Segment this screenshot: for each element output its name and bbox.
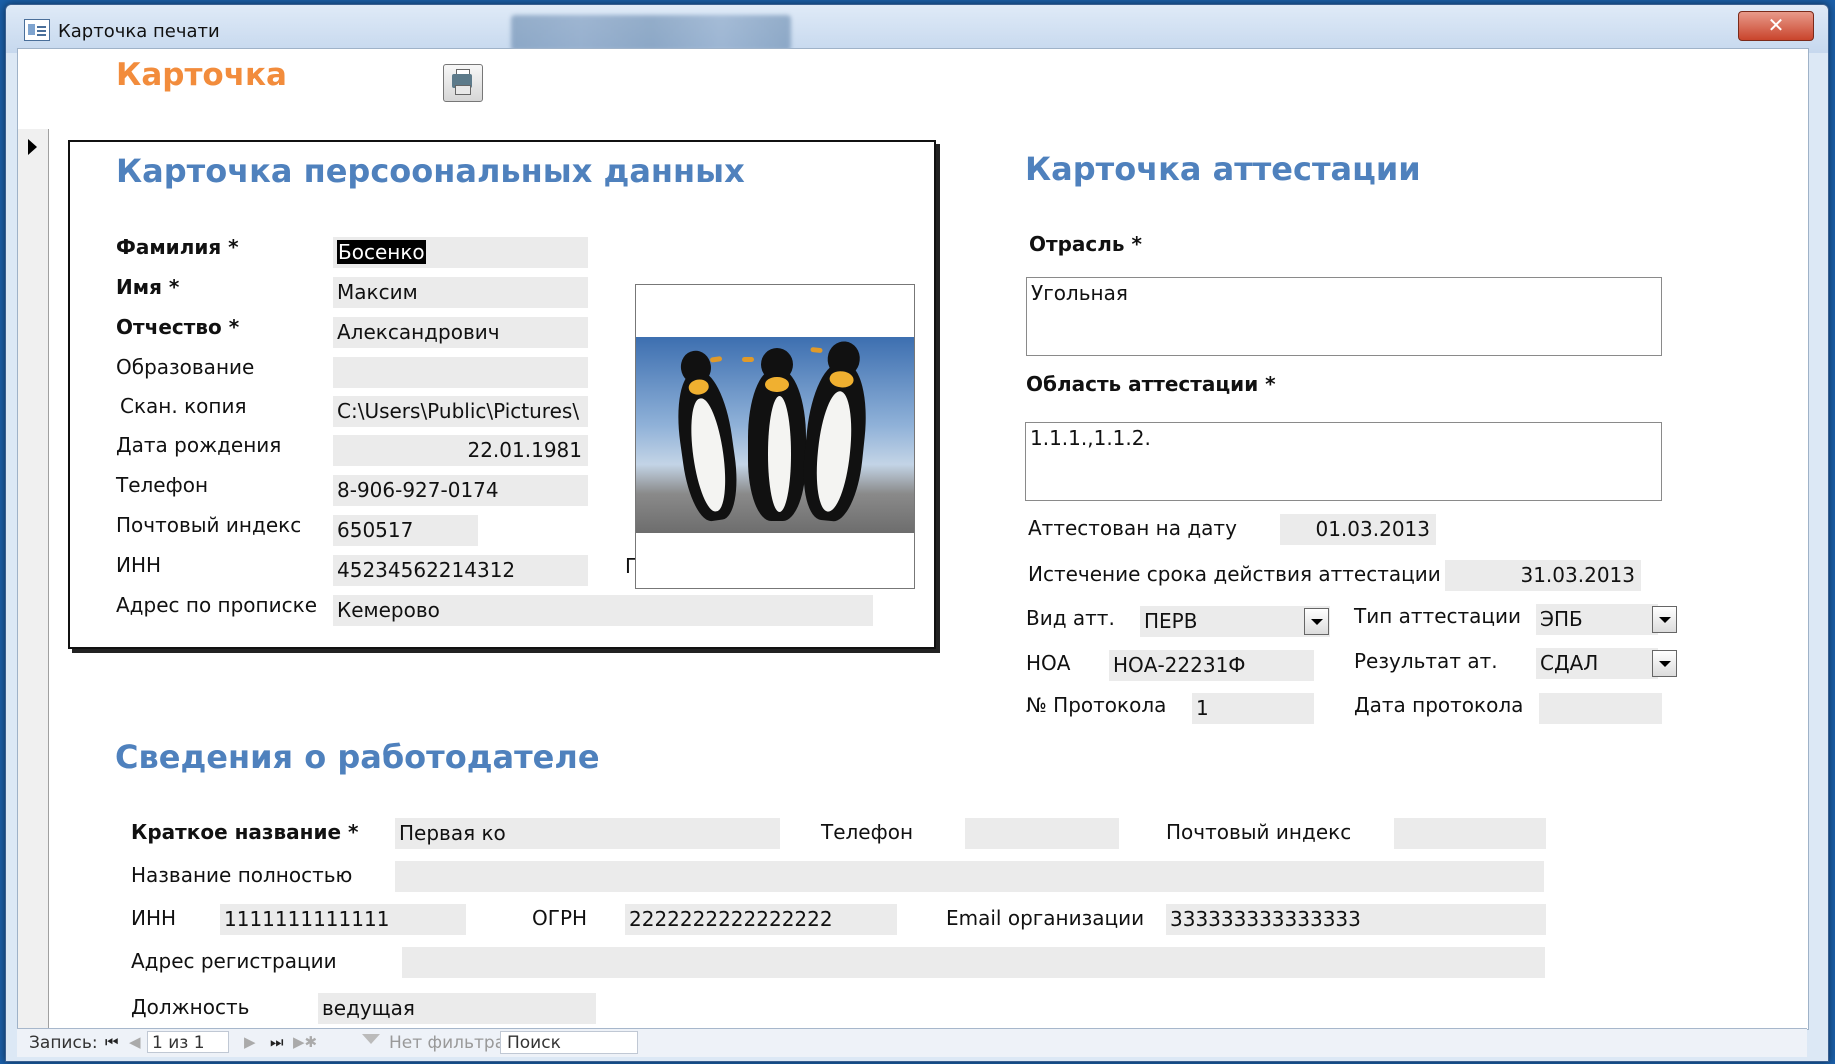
attestation-date-field[interactable]: 01.03.2013 [1280,514,1436,545]
personal-section-title: Карточка персоональных данных [116,152,745,190]
birth-date-field[interactable]: 22.01.1981 [333,435,588,466]
position-field[interactable]: ведущая [318,993,596,1024]
search-input[interactable]: Поиск [500,1031,638,1054]
protocol-number-label: № Протокола [1026,693,1167,717]
record-label: Запись: [29,1033,98,1053]
phone-field[interactable]: 8-906-927-0174 [333,475,588,506]
window-title: Карточка печати [58,21,220,42]
attestation-kind-dropdown-button[interactable] [1304,608,1329,635]
education-label: Образование [116,355,255,379]
first-record-icon[interactable]: ⏮ [105,1033,119,1051]
form-body: Карточка Карточка персоональных данных Ф… [17,48,1809,1030]
noa-label: НОА [1026,651,1071,675]
title-bar: Карточка печати ✕ [6,5,1828,53]
prev-record-icon[interactable]: ◀ [129,1033,141,1051]
filter-status[interactable]: Нет фильтра [389,1033,505,1053]
new-record-icon[interactable]: ▶✱ [293,1033,317,1051]
form-icon [24,19,50,41]
inn-label: ИНН [116,553,162,577]
full-name-label: Название полностью [131,863,353,887]
expiry-field[interactable]: 31.03.2013 [1445,560,1641,591]
birth-date-label: Дата рождения [116,433,282,457]
scan-label: Скан. копия [120,394,247,418]
last-record-icon[interactable]: ⏭ [270,1033,284,1051]
penguins-photo [636,337,914,533]
industry-field[interactable]: Угольная [1026,277,1662,356]
short-name-field[interactable]: Первая ко [395,818,780,849]
next-record-icon[interactable]: ▶ [244,1033,256,1051]
record-pointer-icon [28,139,37,155]
attestation-type-combo[interactable]: ЭПБ [1536,604,1658,635]
form-header-title: Карточка [116,57,287,93]
postal-code-field[interactable]: 650517 [333,515,478,546]
reg-address-label: Адрес регистрации [131,949,337,973]
ogrn-field[interactable]: 2222222222222222 [625,904,897,935]
attestation-section-title: Карточка аттестации [1025,150,1421,188]
short-name-label: Краткое название * [131,820,359,844]
scan-path-field[interactable]: C:\Users\Public\Pictures\ [333,396,588,427]
noa-field[interactable]: НОА-22231Ф [1109,650,1314,681]
postal-code-label: Почтовый индекс [116,513,302,537]
email-field[interactable]: 333333333333333 [1166,904,1546,935]
record-navigation-bar: Запись: ⏮ ◀ 1 из 1 ▶ ⏭ ▶✱ Нет фильтра По… [17,1028,1807,1057]
result-dropdown-button[interactable] [1652,650,1677,677]
expiry-label: Истечение срока действия аттестации [1028,562,1441,586]
penguin-right [797,339,873,524]
attestation-type-dropdown-button[interactable] [1652,606,1677,633]
protocol-number-field[interactable]: 1 [1192,693,1314,724]
close-button[interactable]: ✕ [1738,11,1814,41]
inn-field[interactable]: 45234562214312 [333,555,588,586]
employer-postal-field[interactable] [1394,818,1546,849]
attestation-date-label: Аттестован на дату [1028,516,1237,540]
email-label: Email организации [946,906,1145,930]
result-combo[interactable]: СДАЛ [1536,648,1658,679]
employer-inn-label: ИНН [131,906,177,930]
blurred-toolbar [511,15,791,51]
reg-address-field[interactable] [402,947,1545,978]
current-record-field[interactable]: 1 из 1 [147,1031,229,1053]
employer-postal-label: Почтовый индекс [1166,820,1352,844]
attestation-type-label: Тип аттестации [1354,604,1522,628]
attestation-area-label: Область аттестации * [1026,372,1276,396]
attestation-kind-combo[interactable]: ПЕРВ [1140,606,1330,637]
address-label: Адрес по прописке [116,593,317,617]
employer-phone-label: Телефон [821,820,914,844]
name-field[interactable]: Максим [333,277,588,308]
address-field[interactable]: Кемерово [333,595,873,626]
education-field[interactable] [333,357,588,388]
attestation-area-field[interactable]: 1.1.1.,1.1.2. [1025,422,1662,501]
penguin-middle [742,347,806,521]
result-label: Результат ат. [1354,649,1498,673]
full-name-field[interactable] [395,861,1544,892]
name-label: Имя * [116,275,180,299]
protocol-date-field[interactable] [1539,693,1662,724]
photo-frame [635,284,915,589]
patronymic-field[interactable]: Александрович [333,317,588,348]
protocol-date-label: Дата протокола [1354,693,1524,717]
ogrn-label: ОГРН [532,906,588,930]
record-selector[interactable] [18,129,49,1029]
industry-label: Отрасль * [1029,232,1142,256]
penguin-left [670,348,744,524]
phone-label: Телефон [116,473,209,497]
employer-inn-field[interactable]: 1111111111111 [220,904,466,935]
employer-section-title: Сведения о работодателе [115,738,600,776]
filter-icon [362,1034,380,1044]
surname-label: Фамилия * [116,235,239,259]
surname-field[interactable]: Босенко [333,237,588,268]
print-button[interactable] [443,64,483,102]
employer-phone-field[interactable] [965,818,1119,849]
patronymic-label: Отчество * [116,315,240,339]
attestation-kind-label: Вид атт. [1026,606,1115,630]
position-label: Должность [131,995,250,1019]
